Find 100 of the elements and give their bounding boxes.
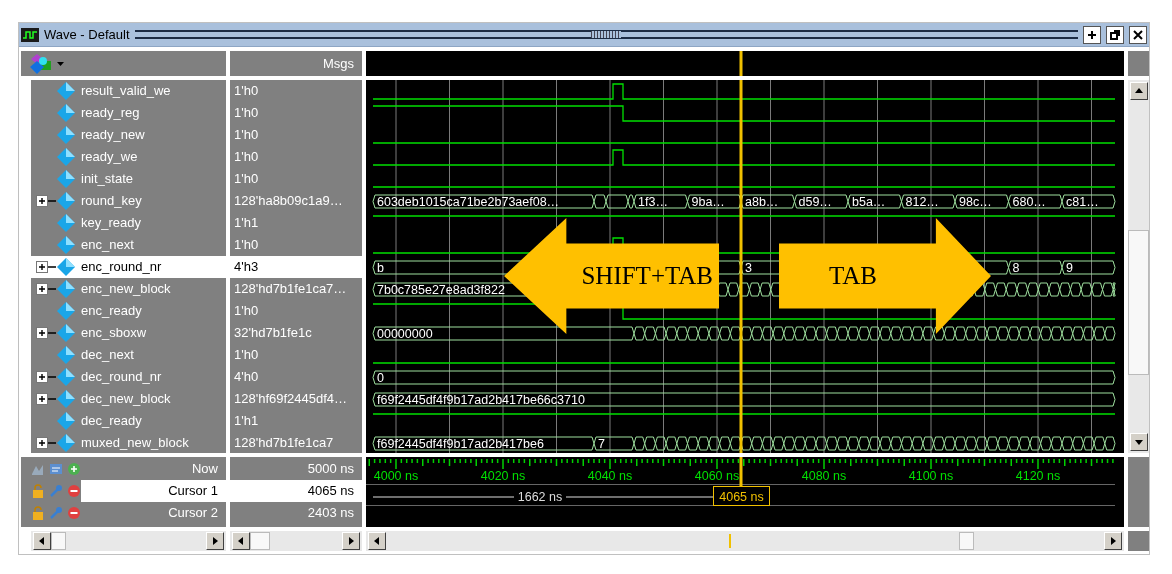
add-cursor-icon[interactable] — [67, 462, 81, 476]
signal-row[interactable]: dec_next — [31, 344, 226, 366]
signal-row[interactable]: result_valid_we — [31, 80, 226, 102]
signal-value: 4'h3 — [230, 256, 362, 278]
scroll-right-button[interactable] — [1104, 532, 1122, 550]
signal-name: ready_new — [81, 126, 145, 145]
signal-name: dec_ready — [81, 412, 142, 431]
caret-icon — [57, 61, 64, 66]
scroll-thumb[interactable] — [51, 532, 66, 550]
bus-value-label: 7b0c785e27e8ad3f822 — [377, 283, 505, 297]
signal-row[interactable]: enc_ready — [31, 300, 226, 322]
signal-row[interactable]: init_state — [31, 168, 226, 190]
signal-diamond-icon — [56, 411, 76, 431]
signal-row[interactable]: enc_sboxw — [31, 322, 226, 344]
signal-name: enc_next — [81, 236, 134, 255]
signal-name: enc_round_nr — [81, 258, 162, 277]
cursor-time-label[interactable]: 4065 ns — [713, 486, 770, 506]
signal-row[interactable]: muxed_new_block — [31, 432, 226, 453]
expand-icon[interactable] — [36, 371, 56, 383]
signal-value: 4'h0 — [233, 368, 260, 387]
bus-value-label: c81… — [1066, 195, 1099, 209]
signal-row[interactable]: round_key — [31, 190, 226, 212]
signal-value: 1'h0 — [233, 346, 260, 365]
signal-row[interactable]: dec_ready — [31, 410, 226, 432]
cursor-line[interactable] — [739, 457, 743, 486]
scroll-right-button[interactable] — [342, 532, 360, 550]
scroll-left-button[interactable] — [33, 532, 51, 550]
grip-handle[interactable] — [591, 31, 622, 38]
signal-row[interactable]: ready_reg — [31, 102, 226, 124]
signal-diamond-icon — [56, 169, 76, 189]
signal-value: 1'h0 — [233, 148, 260, 167]
signal-row[interactable]: enc_round_nr — [31, 256, 226, 278]
signal-row[interactable]: dec_round_nr — [31, 366, 226, 388]
scroll-thumb[interactable] — [1128, 230, 1149, 375]
signal-value: 1'h0 — [233, 82, 260, 101]
expand-icon[interactable] — [36, 393, 56, 405]
bus-value-label: b — [377, 261, 384, 275]
cursor-name[interactable]: Now — [81, 458, 226, 480]
time-label: 4100 ns — [908, 469, 954, 483]
scroll-down-button[interactable] — [1129, 433, 1148, 451]
cursor-name[interactable]: Cursor 1 — [81, 480, 226, 502]
plus-icon — [1086, 28, 1098, 41]
close-button[interactable] — [1129, 25, 1147, 44]
cursor-name[interactable]: Cursor 2 — [81, 502, 226, 524]
maximize-button[interactable] — [1083, 25, 1101, 44]
scrollbar-corner — [1128, 457, 1149, 527]
undock-button[interactable] — [1106, 25, 1124, 44]
signal-row[interactable]: enc_next — [31, 234, 226, 256]
signal-row[interactable]: key_ready — [31, 212, 226, 234]
signal-name: ready_we — [81, 148, 138, 167]
signal-row[interactable]: ready_new — [31, 124, 226, 146]
scroll-thumb[interactable] — [250, 532, 270, 550]
horizontal-scrollbar[interactable] — [31, 531, 226, 551]
signal-value: 1'h0 — [233, 104, 260, 123]
scrollbar-corner — [1128, 531, 1149, 551]
bus-value-label: d59… — [798, 195, 832, 209]
expand-icon[interactable] — [36, 283, 56, 295]
signal-diamond-icon — [56, 367, 76, 387]
scroll-thumb[interactable] — [959, 532, 974, 550]
signal-value: 1'h0 — [233, 302, 260, 321]
time-label: 4040 ns — [587, 469, 633, 483]
signal-row[interactable]: enc_new_block — [31, 278, 226, 300]
horizontal-scrollbar[interactable] — [230, 531, 362, 551]
cursor-time: 5000 ns — [306, 460, 355, 479]
signal-row[interactable]: dec_new_block — [31, 388, 226, 410]
down-arrow-icon — [1134, 438, 1143, 446]
signal-name: dec_new_block — [81, 390, 171, 409]
scroll-left-button[interactable] — [368, 532, 386, 550]
remove-icon[interactable] — [67, 506, 81, 520]
signal-name: round_key — [81, 192, 142, 211]
scroll-left-button[interactable] — [232, 532, 250, 550]
expand-icon[interactable] — [36, 195, 56, 207]
expand-icon[interactable] — [36, 261, 56, 273]
expand-icon[interactable] — [36, 437, 56, 449]
bus-value-label: 812… — [905, 195, 939, 209]
remove-icon[interactable] — [67, 484, 81, 498]
expand-icon[interactable] — [36, 327, 56, 339]
signal-value: 128'hf69f2445df4… — [233, 390, 349, 409]
bus-value-label: 00000000 — [377, 327, 433, 341]
bus-value-label: 680… — [1012, 195, 1046, 209]
time-label: 4080 ns — [801, 469, 847, 483]
signal-value: 128'ha8b09c1a9… — [233, 192, 344, 211]
bus-value-label: b5a… — [852, 195, 886, 209]
cursor-line[interactable] — [739, 51, 743, 76]
bus-value-label: 603deb1015ca71be2b73aef08… — [377, 195, 560, 209]
signal-row[interactable]: ready_we — [31, 146, 226, 168]
signal-diamond-icon — [56, 147, 76, 167]
signal-value: 1'h0 — [233, 126, 260, 145]
undock-icon — [1109, 28, 1121, 41]
signal-value: 128'hd7b1fe1ca7 — [233, 434, 335, 453]
scroll-up-button[interactable] — [1129, 82, 1148, 100]
horizontal-scrollbar[interactable] — [366, 531, 1124, 551]
cursor-line[interactable] — [739, 80, 743, 453]
left-arrow-icon — [373, 537, 381, 545]
scroll-right-button[interactable] — [206, 532, 224, 550]
time-label: 4000 ns — [373, 469, 419, 483]
wave-menu-button[interactable] — [29, 52, 64, 75]
signal-name: enc_ready — [81, 302, 142, 321]
vertical-scrollbar[interactable] — [1128, 80, 1149, 453]
right-arrow-icon — [211, 537, 219, 545]
